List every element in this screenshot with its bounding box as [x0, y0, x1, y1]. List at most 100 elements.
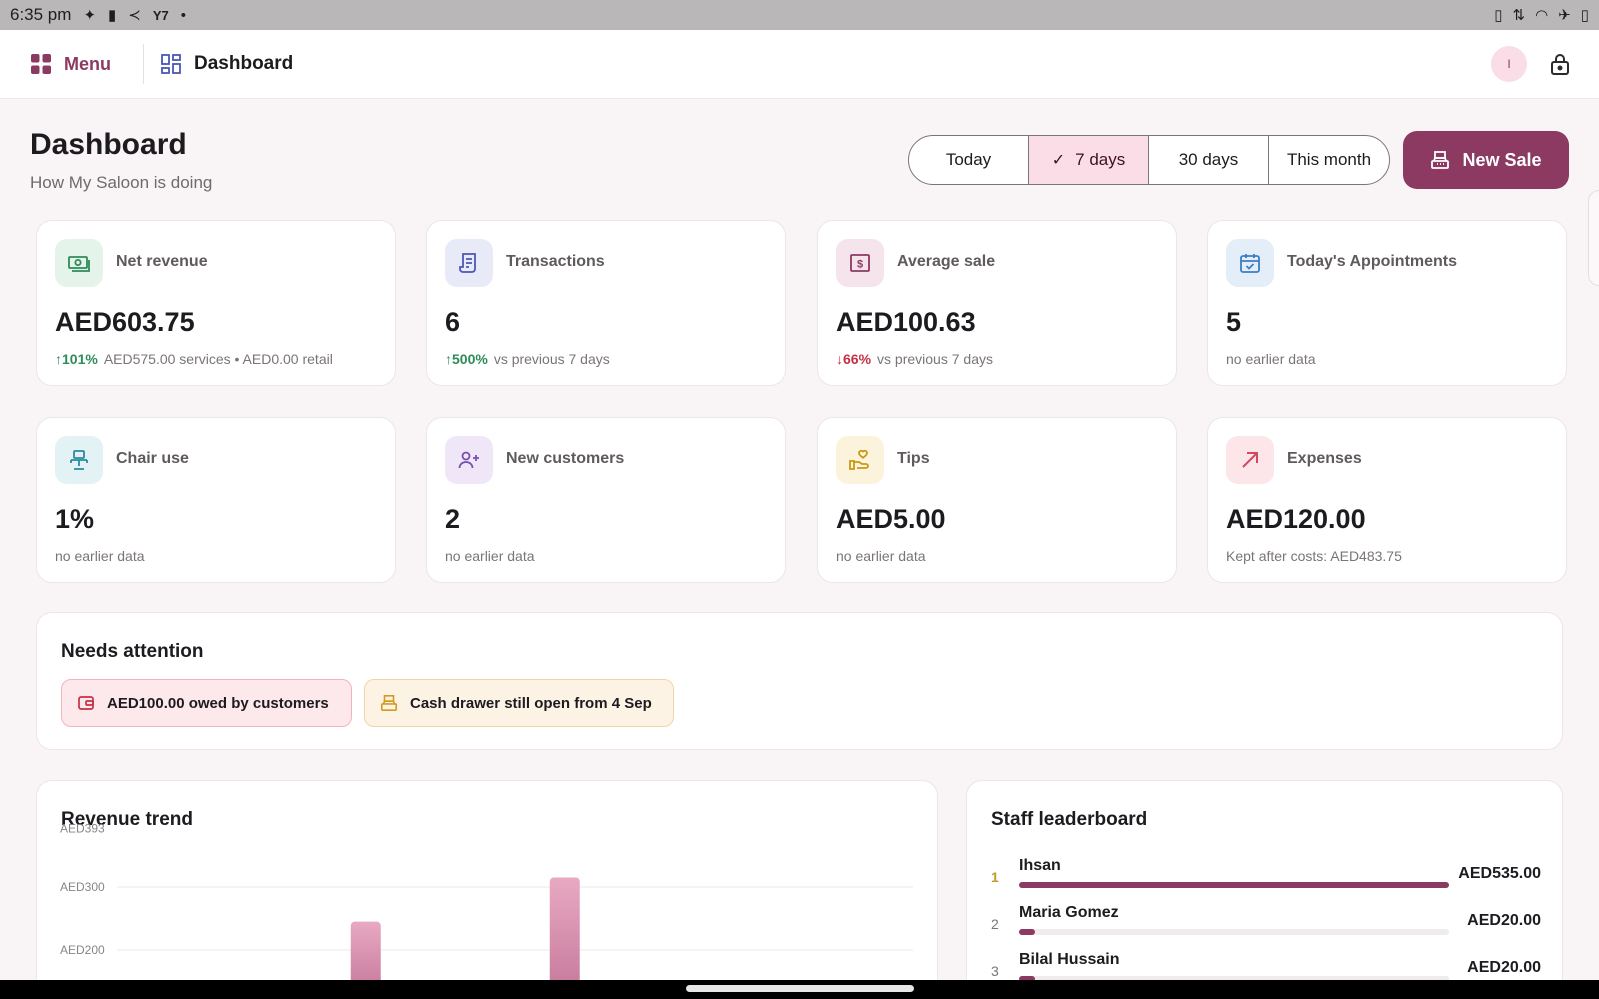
- cash-drawer-chip[interactable]: Cash drawer still open from 4 Sep: [364, 679, 674, 727]
- breadcrumb-current: Dashboard: [194, 53, 294, 74]
- menu-label: Menu: [64, 53, 111, 74]
- stat-card-average-sale[interactable]: $ Average sale AED100.63 ↓66% vs previous…: [817, 220, 1177, 386]
- cash-register-icon: [1431, 151, 1450, 169]
- stat-value: 1%: [55, 504, 95, 534]
- leaderboard-name: Ihsan: [1019, 857, 1061, 874]
- data-arrows-icon: ⇅: [1512, 7, 1526, 24]
- lock-icon[interactable]: [1549, 52, 1571, 76]
- stat-footnote: no earlier data: [445, 548, 535, 564]
- range-tab-today[interactable]: Today: [909, 136, 1029, 184]
- stat-value: 6: [445, 307, 461, 337]
- stat-card-expenses[interactable]: Expenses AED120.00 Kept after costs: AED…: [1207, 417, 1567, 583]
- y-tick-label: AED393: [60, 821, 105, 835]
- stat-note: Kept after costs: AED483.75: [1226, 548, 1402, 564]
- date-range-selector: Today ✓ 7 days 30 days This month: [908, 135, 1390, 185]
- stat-label: Chair use: [116, 450, 189, 467]
- arrow-up-right-icon: [1226, 436, 1274, 484]
- leaderboard-name: Maria Gomez: [1019, 904, 1119, 921]
- flutter-icon: ≺: [128, 7, 141, 24]
- range-tab-label: Today: [945, 150, 992, 169]
- stat-label: Today's Appointments: [1287, 253, 1458, 270]
- leaderboard-amount: AED20.00: [1467, 959, 1541, 976]
- leaderboard-rank: 3: [991, 963, 999, 979]
- check-icon: ✓: [1051, 152, 1066, 169]
- needs-attention-card: Needs attention AED100.00 owed by custom…: [36, 612, 1563, 750]
- leaderboard-bar-track: [1019, 882, 1449, 888]
- sparkle-icon: ✦: [83, 7, 97, 24]
- revenue-bar[interactable]: [350, 921, 381, 981]
- stat-card-new-customers[interactable]: New customers 2 no earlier data: [426, 417, 786, 583]
- leaderboard-rank: 1: [991, 869, 999, 885]
- owed-by-customers-chip[interactable]: AED100.00 owed by customers: [61, 679, 352, 727]
- leaderboard-bar-fill: [1019, 929, 1035, 935]
- stat-note: AED575.00 services • AED0.00 retail: [103, 351, 333, 367]
- wifi-icon: ◠: [1535, 7, 1549, 24]
- stat-value: 2: [445, 504, 461, 534]
- stat-label: Net revenue: [116, 253, 208, 270]
- stat-note: no earlier data: [836, 548, 926, 564]
- stat-value: AED120.00: [1226, 504, 1366, 534]
- revenue-trend-card: Revenue trend AED393 AED300 AED200: [36, 780, 938, 999]
- cash-icon: [55, 239, 103, 287]
- page-title: Dashboard: [30, 128, 187, 161]
- stat-label: Tips: [897, 450, 930, 467]
- menu-button[interactable]: Menu: [30, 44, 144, 84]
- dashboard-icon: [161, 54, 181, 74]
- leaderboard-rank: 2: [991, 916, 999, 932]
- stat-card-net-revenue[interactable]: Net revenue AED603.75 ↑101% AED575.00 ser…: [36, 220, 396, 386]
- new-sale-button[interactable]: New Sale: [1403, 131, 1569, 189]
- stat-change: ↓66%: [836, 351, 872, 367]
- vibrate-icon: ▯: [1494, 7, 1503, 24]
- staff-leaderboard-card: Staff leaderboard 1 Ihsan AED535.00 2 Ma…: [966, 780, 1563, 999]
- avatar[interactable]: I: [1491, 46, 1527, 82]
- stat-card-today-s-appointments[interactable]: Today's Appointments 5 no earlier data: [1207, 220, 1567, 386]
- leaderboard-amount: AED535.00: [1458, 865, 1541, 882]
- dot-icon: •: [180, 6, 187, 24]
- home-gesture-handle[interactable]: [686, 985, 914, 992]
- stat-label: New customers: [506, 450, 625, 467]
- leaderboard-bar-fill: [1019, 882, 1449, 888]
- battery-alert-icon: ▮: [108, 7, 117, 24]
- range-tab-30-days[interactable]: 30 days: [1149, 136, 1269, 184]
- calendar-icon: [1226, 239, 1274, 287]
- stat-footnote: no earlier data: [1226, 351, 1316, 367]
- leaderboard-amount: AED20.00: [1467, 912, 1541, 929]
- stat-footnote: ↑500% vs previous 7 days: [445, 351, 610, 367]
- stat-card-chair-use[interactable]: Chair use 1% no earlier data: [36, 417, 396, 583]
- hand-heart-icon: [836, 436, 884, 484]
- person-add-icon: [445, 436, 493, 484]
- stat-footnote: Kept after costs: AED483.75: [1226, 548, 1402, 564]
- staff-leaderboard-title: Staff leaderboard: [991, 809, 1148, 830]
- leaderboard-name: Bilal Hussain: [1019, 951, 1120, 968]
- revenue-bar[interactable]: [549, 877, 580, 981]
- dollar-icon: $: [836, 239, 884, 287]
- leaderboard-row[interactable]: 2 Maria Gomez AED20.00: [991, 904, 1541, 944]
- apps-grid-icon: [31, 54, 51, 74]
- system-nav-bar: [0, 980, 1599, 999]
- side-panel-handle[interactable]: [1588, 190, 1599, 286]
- stat-value: AED100.63: [836, 307, 976, 337]
- range-tab-7-days[interactable]: ✓ 7 days: [1029, 136, 1149, 184]
- stat-footnote: ↓66% vs previous 7 days: [836, 351, 993, 367]
- app-bar: Menu Dashboard I: [0, 30, 1599, 99]
- leaderboard-row[interactable]: 1 Ihsan AED535.00: [991, 857, 1541, 897]
- revenue-trend-chart: AED393 AED300 AED200: [60, 821, 913, 981]
- stat-note: vs previous 7 days: [877, 351, 993, 367]
- stat-label: Average sale: [897, 253, 996, 270]
- stat-card-tips[interactable]: Tips AED5.00 no earlier data: [817, 417, 1177, 583]
- receipt-icon: [445, 239, 493, 287]
- chip-label: AED100.00 owed by customers: [107, 694, 329, 712]
- battery-icon: ▯: [1580, 7, 1589, 24]
- stat-card-transactions[interactable]: Transactions 6 ↑500% vs previous 7 days: [426, 220, 786, 386]
- range-tab-this-month[interactable]: This month: [1269, 136, 1389, 184]
- wallet-icon: [78, 696, 94, 710]
- stat-change: ↑500%: [445, 351, 488, 367]
- status-bar: 6:35 pm ✦ ▮ ≺ Y7 • ▯ ⇅ ◠ ✈ ▯: [0, 0, 1599, 30]
- range-tab-label: 7 days: [1075, 150, 1126, 169]
- stat-footnote: no earlier data: [55, 548, 145, 564]
- stat-footnote: ↑101% AED575.00 services • AED0.00 retail: [55, 351, 333, 367]
- y-tick-label: AED300: [60, 880, 105, 894]
- range-tab-label: This month: [1286, 150, 1372, 169]
- stat-note: vs previous 7 days: [493, 351, 610, 367]
- stat-note: no earlier data: [445, 548, 535, 564]
